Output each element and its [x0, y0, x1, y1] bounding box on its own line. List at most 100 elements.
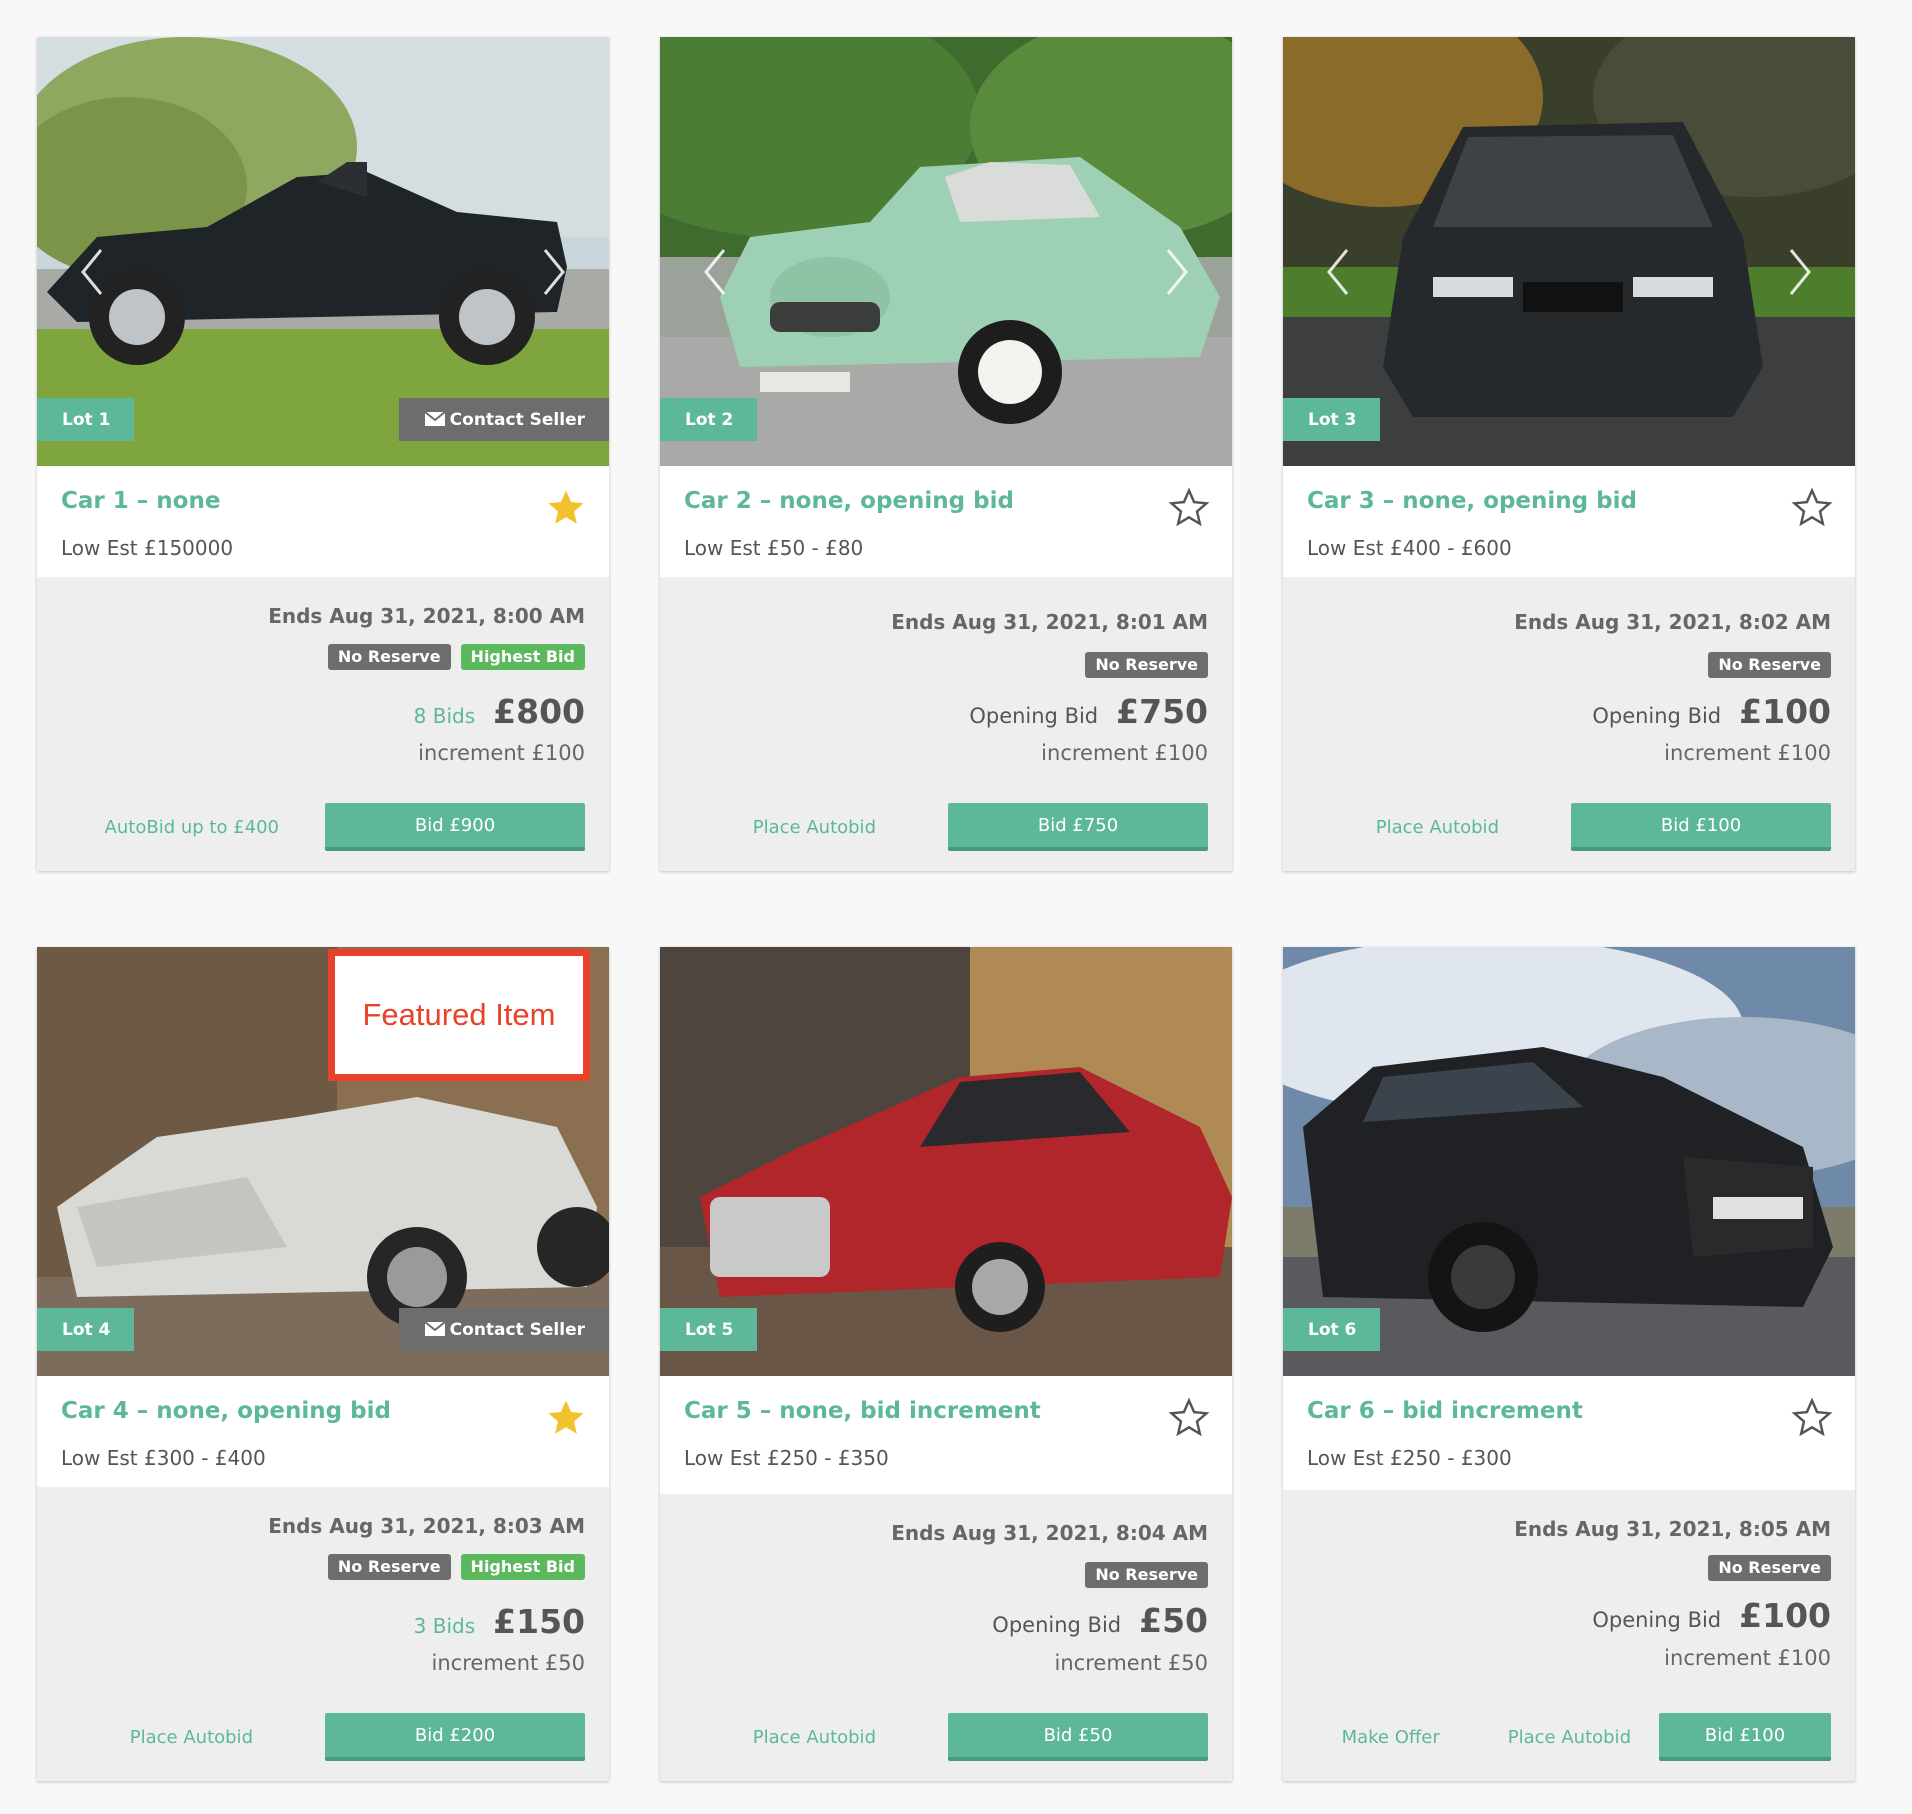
lot-number-badge: Lot 2	[660, 398, 758, 441]
lot-bid-panel: Ends Aug 31, 2021, 8:02 AM No Reserve Op…	[1283, 577, 1855, 871]
bid-increment: increment £100	[1664, 1646, 1831, 1670]
bid-button[interactable]: Bid £900	[325, 803, 585, 851]
lot-end-time: Ends Aug 31, 2021, 8:04 AM	[891, 1521, 1208, 1545]
price-row: Opening Bid £50	[992, 1601, 1208, 1640]
favorite-star-outline-icon[interactable]	[1168, 487, 1210, 529]
bid-button[interactable]: Bid £100	[1659, 1713, 1831, 1761]
bid-button[interactable]: Bid £50	[948, 1713, 1208, 1761]
lot-title[interactable]: Car 3 – none, opening bid	[1307, 488, 1637, 514]
lot-title[interactable]: Car 2 – none, opening bid	[684, 488, 1014, 514]
lot-title[interactable]: Car 1 – none	[61, 488, 220, 514]
bid-button[interactable]: Bid £100	[1571, 803, 1831, 851]
lot-title[interactable]: Car 4 – none, opening bid	[61, 1398, 391, 1424]
bid-count-link[interactable]: 8 Bids	[414, 704, 475, 728]
lot-actions: Make Offer Place Autobid Bid £100	[1342, 1713, 1831, 1761]
bid-count-link[interactable]: 3 Bids	[414, 1614, 475, 1638]
bid-increment: increment £50	[431, 1651, 585, 1675]
lot-actions: AutoBid up to £400 Bid £900	[105, 803, 585, 851]
lot-estimate: Low Est £250 - £350	[684, 1446, 889, 1470]
autobid-link[interactable]: Place Autobid	[130, 1727, 253, 1748]
autobid-link[interactable]: Place Autobid	[1376, 817, 1499, 838]
current-price: £100	[1739, 1596, 1831, 1635]
contact-seller-button[interactable]: Contact Seller	[398, 398, 609, 441]
next-image-arrow-icon[interactable]	[1164, 247, 1190, 297]
lot-badges: No Reserve	[1085, 652, 1208, 678]
lot-actions: Place Autobid Bid £100	[1376, 803, 1831, 851]
contact-seller-button[interactable]: Contact Seller	[398, 1308, 609, 1351]
lot-title[interactable]: Car 6 – bid increment	[1307, 1398, 1583, 1424]
make-offer-link[interactable]: Make Offer	[1342, 1727, 1440, 1748]
current-price: £50	[1139, 1601, 1208, 1640]
next-image-arrow-icon[interactable]	[541, 247, 567, 297]
lot-image[interactable]: Lot 2	[660, 37, 1232, 466]
no-reserve-badge: No Reserve	[1708, 1555, 1831, 1581]
lot-badges: No Reserve Highest Bid	[327, 644, 585, 670]
no-reserve-badge: No Reserve	[1085, 1562, 1208, 1588]
previous-image-arrow-icon[interactable]	[1325, 247, 1351, 297]
lot-card: Lot 6 Car 6 – bid increment Low Est £250…	[1283, 947, 1855, 1781]
lot-end-time: Ends Aug 31, 2021, 8:05 AM	[1514, 1517, 1831, 1541]
lot-bid-panel: Ends Aug 31, 2021, 8:01 AM No Reserve Op…	[660, 577, 1232, 871]
no-reserve-badge: No Reserve	[327, 644, 451, 670]
bid-button[interactable]: Bid £200	[325, 1713, 585, 1761]
lot-card: Lot 3 Car 3 – none, opening bid Low Est …	[1283, 37, 1855, 871]
lot-card: Lot 5 Car 5 – none, bid increment Low Es…	[660, 947, 1232, 1781]
price-row: Opening Bid £750	[969, 692, 1208, 731]
opening-bid-label: Opening Bid	[1592, 1608, 1722, 1632]
current-price: £150	[493, 1602, 585, 1641]
favorite-star-filled-icon[interactable]	[545, 1397, 587, 1439]
no-reserve-badge: No Reserve	[327, 1554, 451, 1580]
lot-header: Car 2 – none, opening bid Low Est £50 - …	[660, 466, 1232, 577]
lot-card: Lot 2 Car 2 – none, opening bid Low Est …	[660, 37, 1232, 871]
lot-badges: No Reserve	[1708, 1555, 1831, 1581]
lot-header: Car 6 – bid increment Low Est £250 - £30…	[1283, 1376, 1855, 1490]
featured-item-banner: Featured Item	[328, 949, 590, 1081]
lot-image[interactable]: Lot 6	[1283, 947, 1855, 1376]
favorite-star-outline-icon[interactable]	[1791, 1397, 1833, 1439]
lot-image[interactable]: Lot 1 Contact Seller	[37, 37, 609, 466]
envelope-icon	[424, 412, 445, 426]
previous-image-arrow-icon[interactable]	[79, 247, 105, 297]
price-row: Opening Bid £100	[1592, 1596, 1831, 1635]
favorite-star-outline-icon[interactable]	[1168, 1397, 1210, 1439]
lot-bid-panel: Ends Aug 31, 2021, 8:00 AM No Reserve Hi…	[37, 577, 609, 871]
lot-estimate: Low Est £300 - £400	[61, 1446, 266, 1470]
lot-number-badge: Lot 3	[1283, 398, 1381, 441]
autobid-link[interactable]: Place Autobid	[753, 817, 876, 838]
autobid-link[interactable]: Place Autobid	[1508, 1727, 1631, 1748]
opening-bid-label: Opening Bid	[1592, 704, 1722, 728]
current-price: £100	[1739, 692, 1831, 731]
favorite-star-filled-icon[interactable]	[545, 487, 587, 529]
autobid-link[interactable]: AutoBid up to £400	[105, 817, 279, 838]
lot-actions: Place Autobid Bid £50	[753, 1713, 1208, 1761]
lot-image[interactable]: Featured Item Lot 4 Contact Seller	[37, 947, 609, 1376]
lot-badges: No Reserve Highest Bid	[327, 1554, 585, 1580]
bid-increment: increment £100	[1041, 741, 1208, 765]
lot-grid: Lot 1 Contact Seller Car 1 – none Low Es…	[37, 37, 1855, 1781]
bid-increment: increment £100	[418, 741, 585, 765]
lot-header: Car 5 – none, bid increment Low Est £250…	[660, 1376, 1232, 1494]
lot-end-time: Ends Aug 31, 2021, 8:01 AM	[891, 610, 1208, 634]
lot-estimate: Low Est £400 - £600	[1307, 536, 1512, 560]
previous-image-arrow-icon[interactable]	[702, 247, 728, 297]
lot-header: Car 1 – none Low Est £150000	[37, 466, 609, 577]
lot-title[interactable]: Car 5 – none, bid increment	[684, 1398, 1041, 1424]
lot-estimate: Low Est £250 - £300	[1307, 1446, 1512, 1470]
lot-number-badge: Lot 5	[660, 1308, 758, 1351]
next-image-arrow-icon[interactable]	[1787, 247, 1813, 297]
lot-end-time: Ends Aug 31, 2021, 8:02 AM	[1514, 610, 1831, 634]
lot-image[interactable]: Lot 3	[1283, 37, 1855, 466]
autobid-link[interactable]: Place Autobid	[753, 1727, 876, 1748]
lot-number-badge: Lot 6	[1283, 1308, 1381, 1351]
price-row: 8 Bids £800	[414, 692, 585, 731]
favorite-star-outline-icon[interactable]	[1791, 487, 1833, 529]
price-row: Opening Bid £100	[1592, 692, 1831, 731]
opening-bid-label: Opening Bid	[992, 1613, 1122, 1637]
envelope-icon	[424, 1322, 445, 1336]
lot-number-badge: Lot 1	[37, 398, 135, 441]
bid-button[interactable]: Bid £750	[948, 803, 1208, 851]
lot-header: Car 3 – none, opening bid Low Est £400 -…	[1283, 466, 1855, 577]
lot-end-time: Ends Aug 31, 2021, 8:00 AM	[268, 604, 585, 628]
current-price: £750	[1116, 692, 1208, 731]
lot-image[interactable]: Lot 5	[660, 947, 1232, 1376]
